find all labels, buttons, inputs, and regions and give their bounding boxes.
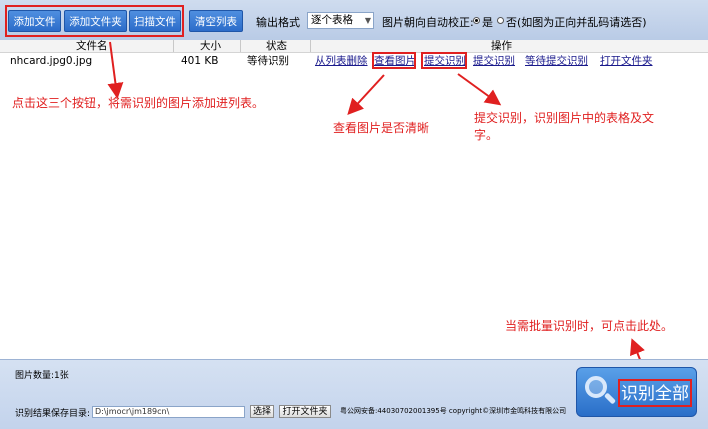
recognize-all-button[interactable]: 识别全部 (576, 367, 697, 417)
annotation-view-image: 查看图片是否清晰 (333, 121, 430, 135)
recognize-all-label: 识别全部 (618, 379, 692, 407)
select-dir-button[interactable]: 选择 (250, 405, 274, 418)
annotation-add-buttons: 点击这三个按钮，将需识别的图片添加进列表。 (12, 96, 265, 110)
annotation-submit-line2: 字。 (474, 128, 499, 142)
save-dir-input[interactable]: D:\jmocr\jm189cn\ (92, 406, 245, 418)
annotation-batch: 当需批量识别时，可点击此处。 (505, 319, 674, 333)
open-folder-button[interactable]: 打开文件夹 (279, 405, 331, 418)
image-count: 图片数量:1张 (15, 371, 69, 381)
footer-text: 粤公网安备:44030702001395号 copyright©深圳市金鸣科技有… (340, 407, 567, 415)
annotation-submit-line1: 提交识别，识别图片中的表格及文 (474, 111, 655, 125)
save-dir-label: 识别结果保存目录: (15, 409, 91, 419)
